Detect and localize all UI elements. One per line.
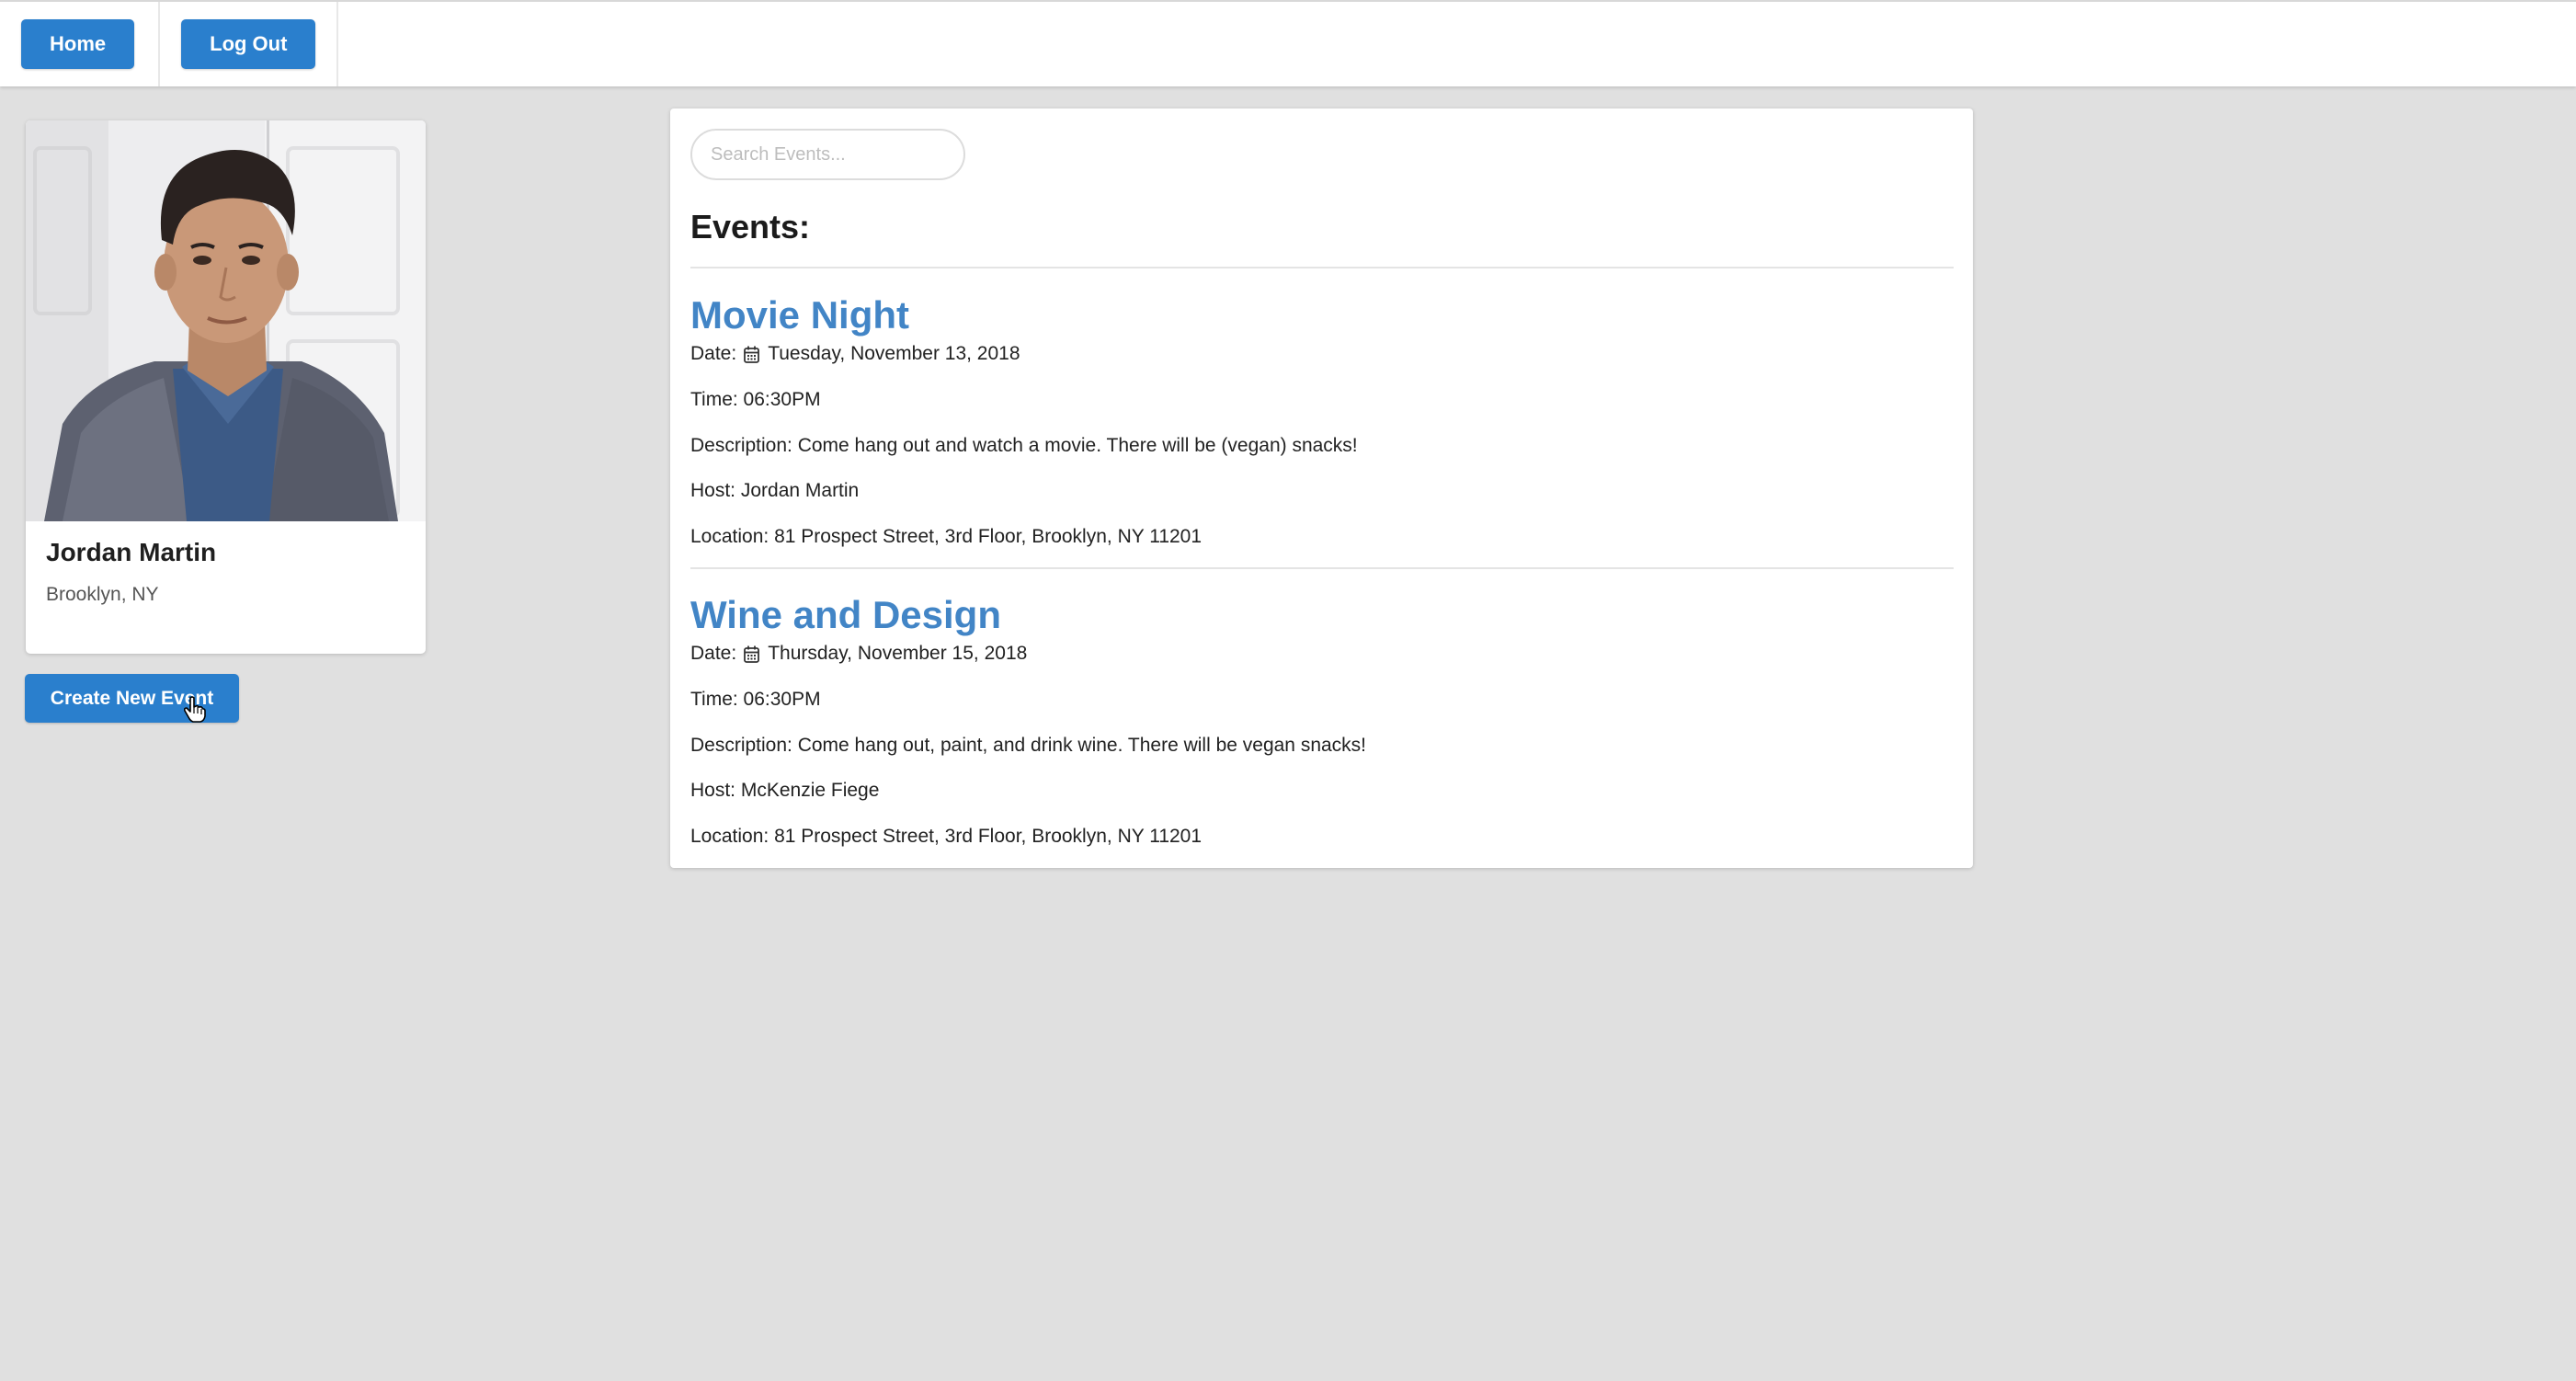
nav-item-home: Home [0,2,161,86]
event-host: Host: Jordan Martin [690,480,860,501]
event-time: Time: 06:30PM [690,389,821,410]
events-divider [690,267,1954,268]
logout-button[interactable]: Log Out [181,19,316,69]
event-item: Wine and Design Date: Thursday, November… [690,596,1954,862]
top-nav-bar: Home Log Out [0,0,2576,86]
event-location: Location: 81 Prospect Street, 3rd Floor,… [690,526,1203,547]
event-description: Description: Come hang out, paint, and d… [690,735,1367,756]
event-location: Location: 81 Prospect Street, 3rd Floor,… [690,826,1203,847]
nav-item-logout: Log Out [160,2,339,86]
event-date-value: Thursday, November 15, 2018 [768,643,1028,664]
event-title-link[interactable]: Movie Night [690,293,909,337]
home-button[interactable]: Home [21,19,135,69]
calendar-icon [744,645,760,663]
events-panel: Events: Movie Night Date: Tuesday, Novem… [670,108,1973,868]
profile-photo-illustration [26,120,426,521]
event-date: Date: Thursday, November 15, 2018 [690,643,1027,665]
profile-name: Jordan Martin [46,538,217,566]
search-input[interactable] [711,143,954,165]
profile-location: Brooklyn, NY [46,584,159,605]
event-divider [690,567,1954,569]
events-heading: Events: [690,208,811,245]
event-date-label: Date: [690,643,737,664]
profile-photo [26,120,426,521]
create-new-event-button[interactable]: Create New Event [25,674,239,723]
event-date: Date: Tuesday, November 13, 2018 [690,343,1020,365]
event-host: Host: McKenzie Fiege [690,780,880,801]
profile-card: Jordan Martin Brooklyn, NY [26,120,426,654]
event-date-value: Tuesday, November 13, 2018 [768,343,1020,364]
hand-cursor-icon [184,696,206,723]
event-title-link[interactable]: Wine and Design [690,593,1001,636]
profile-info: Jordan Martin Brooklyn, NY [26,521,426,622]
event-time: Time: 06:30PM [690,689,821,710]
event-date-label: Date: [690,343,737,364]
calendar-icon [744,346,760,363]
search-box[interactable] [690,129,965,180]
event-description: Description: Come hang out and watch a m… [690,435,1358,456]
